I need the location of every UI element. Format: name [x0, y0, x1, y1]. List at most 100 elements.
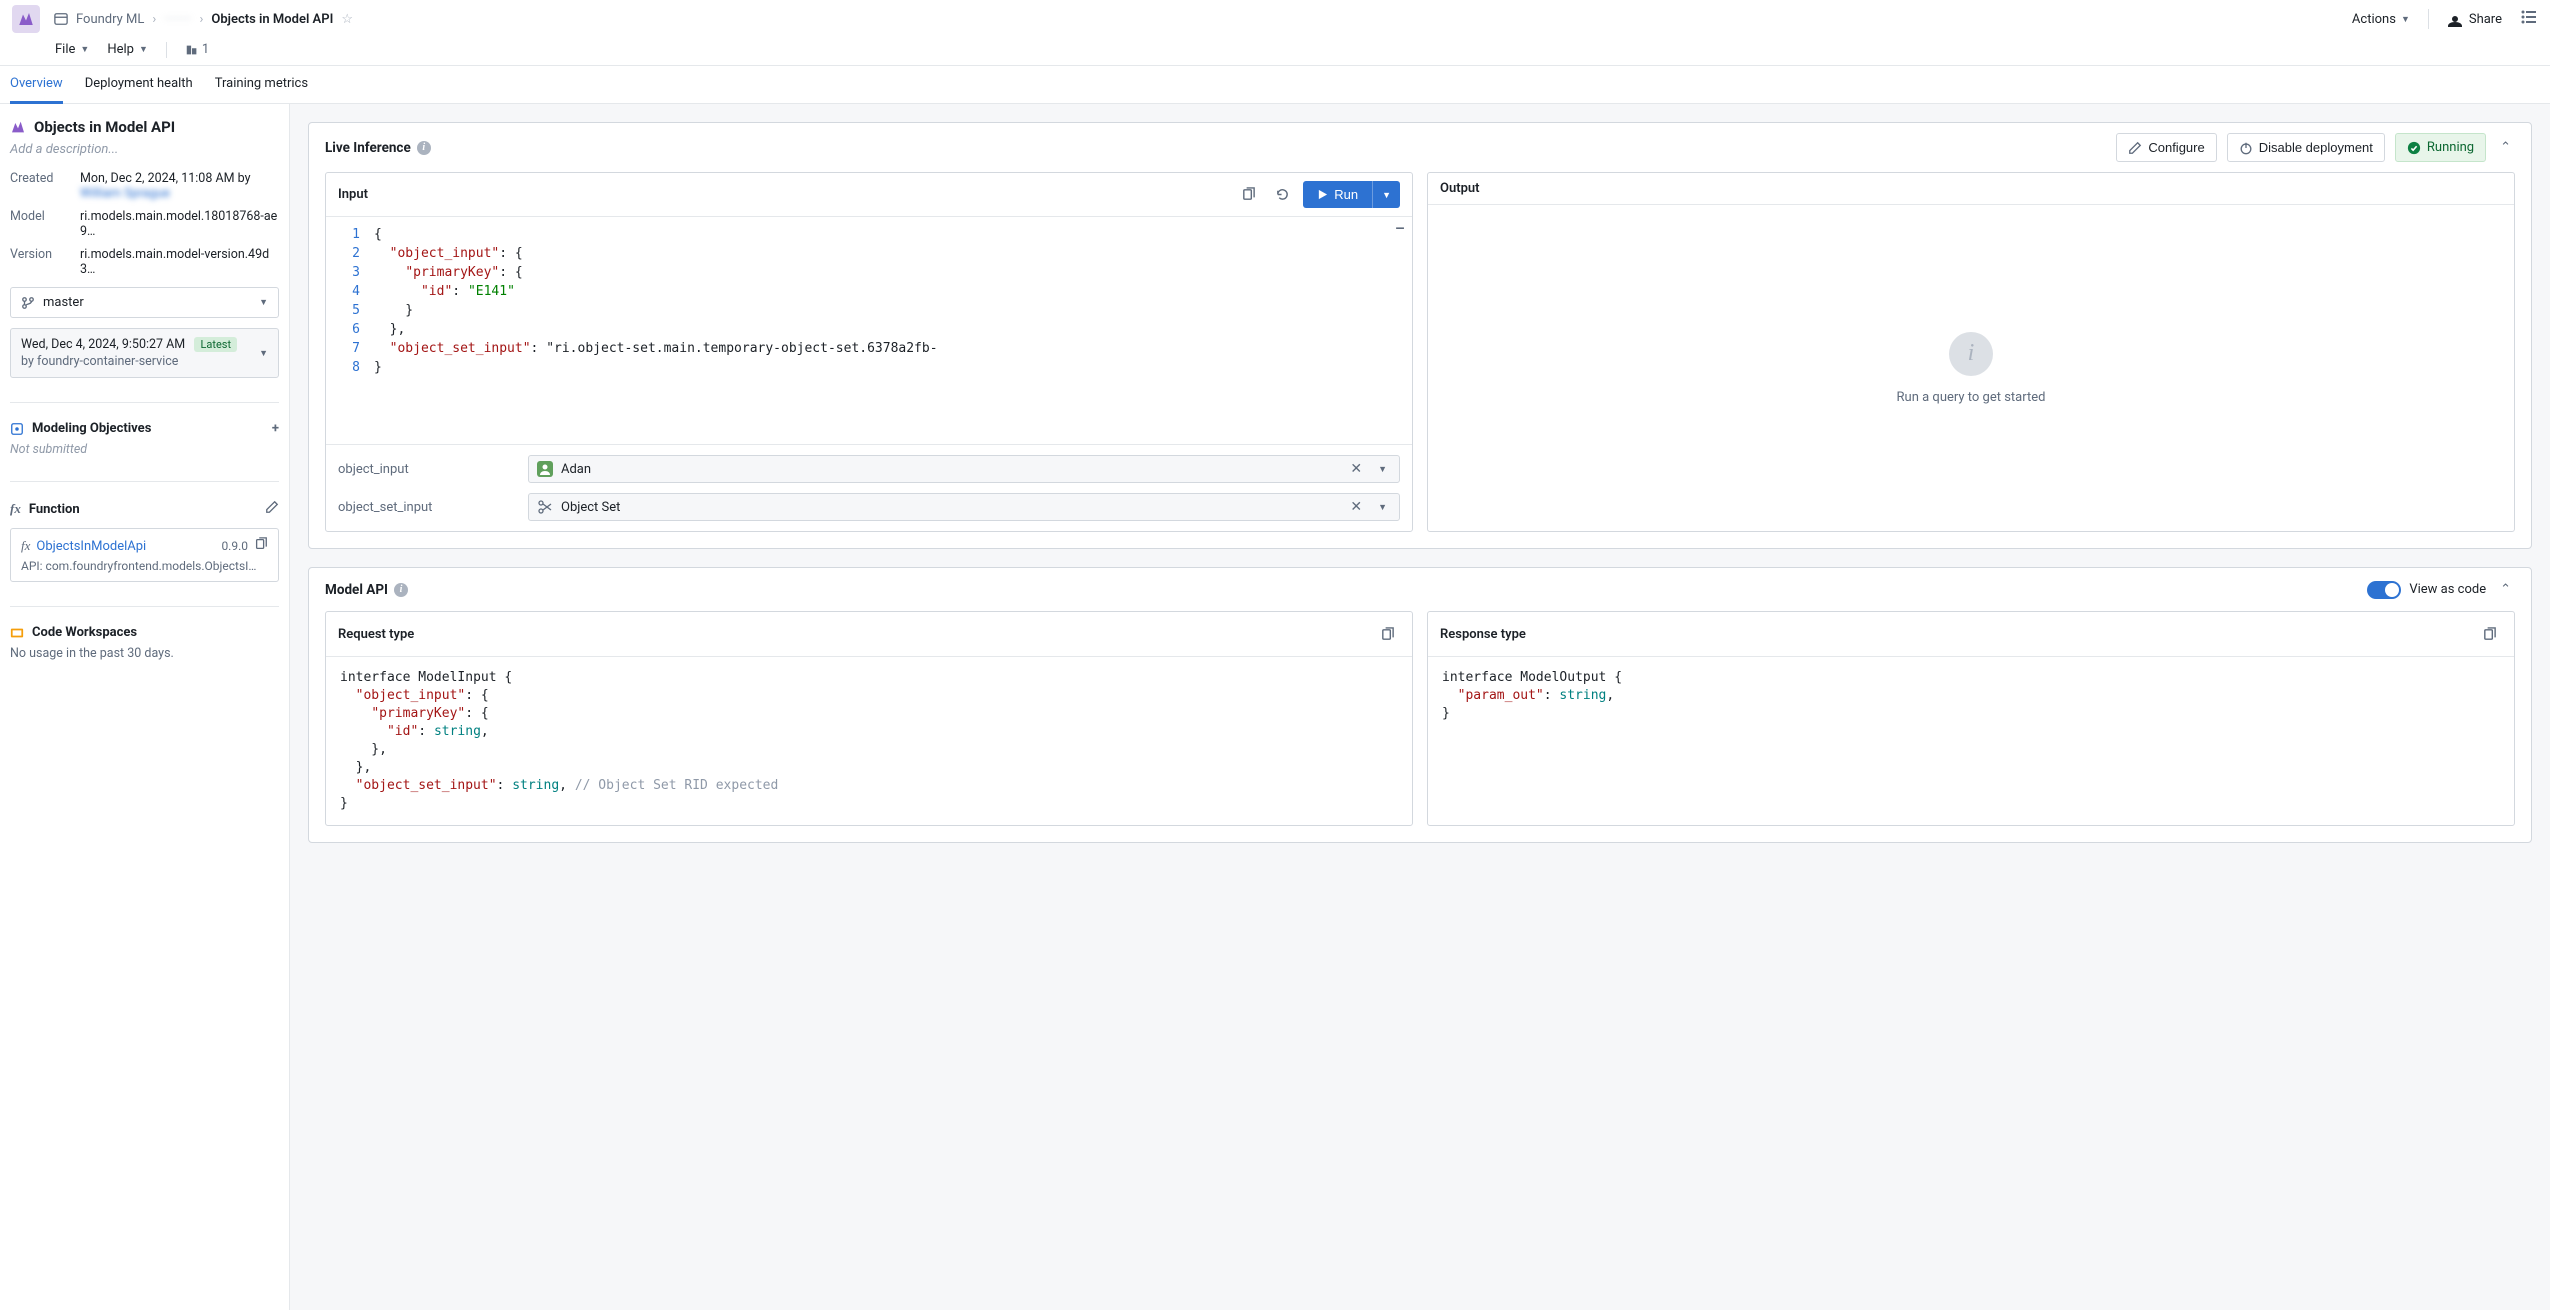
sidebar: Objects in Model API Add a description..…	[0, 104, 290, 1310]
copy-icon[interactable]	[1235, 182, 1261, 208]
version-author: by foundry-container-service	[21, 354, 259, 369]
param-label: object_input	[338, 462, 528, 477]
favorite-star-icon[interactable]: ☆	[341, 12, 353, 27]
function-version: 0.9.0	[221, 539, 248, 553]
breadcrumb-separator: ›	[152, 12, 156, 27]
reset-icon[interactable]	[1269, 182, 1295, 208]
workspace-icon	[54, 12, 68, 26]
file-menu[interactable]: File▼	[55, 42, 89, 57]
edit-function-button[interactable]	[265, 500, 279, 518]
created-value: Mon, Dec 2, 2024, 11:08 AM by William Sp…	[80, 171, 279, 201]
run-options-button[interactable]: ▼	[1372, 181, 1400, 208]
output-title: Output	[1440, 181, 2502, 196]
request-code[interactable]: interface ModelInput { "object_input": {…	[326, 657, 1412, 825]
app-icon[interactable]	[12, 5, 40, 33]
info-icon: i	[1949, 332, 1993, 376]
tab-deployment-health[interactable]: Deployment health	[85, 66, 193, 104]
object-set-input-select[interactable]: Object Set ✕ ▼	[528, 493, 1400, 521]
breadcrumb-root[interactable]: Foundry ML	[76, 12, 144, 27]
chevron-down-icon[interactable]: ▼	[1374, 464, 1391, 475]
sidebar-metadata: Created Mon, Dec 2, 2024, 11:08 AM by Wi…	[10, 171, 279, 277]
header: Foundry ML › ········ › Objects in Model…	[0, 0, 2550, 38]
user-icon	[537, 461, 553, 477]
collapse-icon[interactable]: ⌃	[2496, 578, 2515, 601]
output-panel: Output i Run a query to get started	[1427, 172, 2515, 532]
chevron-down-icon: ▼	[259, 348, 268, 359]
share-button[interactable]: Share	[2447, 11, 2502, 27]
actions-button[interactable]: Actions ▼	[2352, 12, 2410, 27]
collapse-code-icon[interactable]: —	[1396, 221, 1404, 236]
version-select[interactable]: Wed, Dec 4, 2024, 9:50:27 AM Latest by f…	[10, 328, 279, 378]
workspace-icon	[10, 626, 24, 640]
running-badge: Running	[2395, 133, 2486, 162]
configure-button[interactable]: Configure	[2116, 133, 2216, 162]
clear-icon[interactable]: ✕	[1346, 499, 1366, 515]
breadcrumb-current: Objects in Model API	[211, 12, 333, 27]
copy-icon[interactable]	[254, 537, 268, 555]
description-placeholder[interactable]: Add a description...	[10, 142, 279, 157]
org-count[interactable]: 1	[185, 42, 209, 57]
copy-icon[interactable]	[1374, 621, 1400, 647]
card-title: Model API i	[325, 582, 408, 598]
function-name[interactable]: ObjectsInModelApi	[36, 539, 215, 554]
input-panel: Input Run	[325, 172, 1413, 532]
input-title: Input	[338, 187, 1235, 202]
input-params: object_input Adan ✕ ▼ object_set_input	[326, 444, 1412, 531]
info-icon[interactable]: i	[417, 141, 431, 155]
breadcrumb: Foundry ML › ········ › Objects in Model…	[54, 12, 2352, 27]
view-as-code-toggle[interactable]	[2367, 581, 2401, 599]
live-inference-card: Live Inference i Configure Disable deplo…	[308, 122, 2532, 549]
function-icon: fx	[10, 501, 21, 517]
collapse-icon[interactable]: ⌃	[2496, 136, 2515, 159]
model-api-card: Model API i View as code ⌃ Request type	[308, 567, 2532, 843]
content-area: Live Inference i Configure Disable deplo…	[290, 104, 2550, 1310]
code-editor[interactable]: — 12345678 { "object_input": { "primaryK…	[326, 217, 1412, 444]
tab-training-metrics[interactable]: Training metrics	[215, 66, 308, 104]
header-actions: Actions ▼ Share	[2352, 8, 2538, 30]
param-label: object_set_input	[338, 500, 528, 515]
breadcrumb-separator: ›	[199, 12, 203, 27]
model-label: Model	[10, 209, 80, 224]
branch-icon	[21, 296, 35, 310]
sidebar-title: Objects in Model API	[10, 118, 279, 136]
breadcrumb-middle[interactable]: ········	[164, 12, 191, 27]
workspaces-status: No usage in the past 30 days.	[10, 646, 279, 661]
run-button[interactable]: Run	[1303, 181, 1372, 208]
menubar: File▼ Help▼ 1	[0, 38, 2550, 66]
tab-overview[interactable]: Overview	[10, 66, 63, 104]
function-card[interactable]: fx ObjectsInModelApi 0.9.0 API: com.foun…	[10, 528, 279, 582]
output-empty-state: i Run a query to get started	[1428, 205, 2514, 531]
copy-icon[interactable]	[2476, 621, 2502, 647]
branch-select[interactable]: master ▼	[10, 287, 279, 318]
list-menu-icon[interactable]	[2520, 8, 2538, 30]
objectives-status: Not submitted	[10, 442, 279, 457]
chevron-down-icon[interactable]: ▼	[1374, 502, 1391, 513]
clear-icon[interactable]: ✕	[1346, 461, 1366, 477]
response-code[interactable]: interface ModelOutput { "param_out": str…	[1428, 657, 2514, 735]
code-content[interactable]: { "object_input": { "primaryKey": { "id"…	[374, 225, 1412, 436]
add-objective-button[interactable]: +	[272, 421, 279, 436]
created-label: Created	[10, 171, 80, 186]
help-menu[interactable]: Help▼	[107, 42, 148, 57]
chevron-down-icon: ▼	[259, 297, 268, 308]
info-icon[interactable]: i	[394, 583, 408, 597]
divider	[166, 42, 167, 58]
function-api-path: API: com.foundryfrontend.models.ObjectsI…	[21, 559, 268, 573]
disable-deployment-button[interactable]: Disable deployment	[2227, 133, 2385, 162]
view-as-code-label: View as code	[2409, 582, 2486, 597]
target-icon	[10, 422, 24, 436]
latest-badge: Latest	[194, 337, 237, 352]
object-input-select[interactable]: Adan ✕ ▼	[528, 455, 1400, 483]
model-value: ri.models.main.model.18018768-ae9…	[80, 209, 279, 239]
line-gutter: 12345678	[326, 225, 374, 436]
function-section: fx Function fx ObjectsInModelApi 0.9.0 A…	[10, 481, 279, 582]
divider	[2428, 9, 2429, 29]
version-time: Wed, Dec 4, 2024, 9:50:27 AM	[21, 337, 185, 352]
card-title: Live Inference i	[325, 140, 431, 156]
section-title: Modeling Objectives	[32, 421, 151, 436]
output-empty-text: Run a query to get started	[1897, 390, 2046, 405]
model-icon	[10, 119, 26, 135]
response-type-panel: Response type interface ModelOutput { "p…	[1427, 611, 2515, 826]
function-icon: fx	[21, 538, 30, 554]
code-workspaces-section: Code Workspaces No usage in the past 30 …	[10, 606, 279, 661]
